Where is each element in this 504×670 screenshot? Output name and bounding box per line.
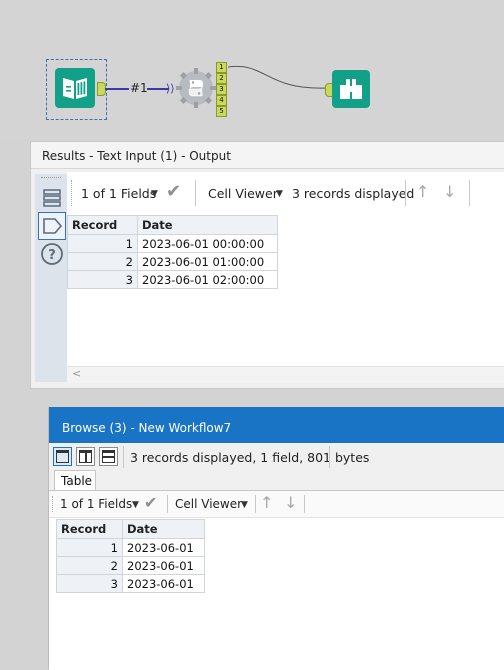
fields-dropdown[interactable]: 1 of 1 Fields: [81, 186, 156, 201]
browse-tool[interactable]: [332, 70, 370, 108]
results-panel: Results - Text Input (1) - Output ? 1 of: [30, 141, 504, 389]
scroll-left-icon[interactable]: <: [72, 367, 81, 380]
single-view-button[interactable]: [53, 447, 72, 466]
question-icon: ?: [41, 243, 63, 265]
python-icon: [176, 68, 216, 108]
toolbar-separator: [255, 495, 256, 513]
split-horizontal-view-button[interactable]: [99, 447, 118, 466]
toolbar-separator: [469, 180, 470, 206]
browse-panel: Browse (3) - New Workflow7 3 records dis…: [48, 407, 504, 670]
help-button[interactable]: ?: [38, 240, 66, 268]
browse-content: 1 of 1 Fields ▼ ✔ Cell Viewer ▼ ↑ ↓ Reco…: [49, 490, 504, 670]
table-row[interactable]: 2 2023-06-01 01:00:00: [67, 252, 278, 271]
connection-label: #1: [130, 81, 148, 95]
fields-dropdown[interactable]: 1 of 1 Fields: [60, 497, 132, 511]
date-cell[interactable]: 2023-06-01: [122, 574, 205, 593]
column-header-record[interactable]: Record: [67, 215, 138, 235]
column-header-date[interactable]: Date: [137, 215, 278, 235]
date-cell[interactable]: 2023-06-01: [122, 556, 205, 575]
binoculars-icon: [340, 79, 362, 99]
python-tool[interactable]: [176, 68, 216, 108]
toolbar-separator: [405, 180, 406, 206]
book-input-icon: [63, 78, 87, 99]
checkmark-icon[interactable]: ✔: [144, 493, 157, 512]
record-cell[interactable]: 3: [67, 270, 138, 289]
table-row[interactable]: 1 2023-06-01: [56, 538, 205, 557]
record-cell[interactable]: 1: [67, 234, 138, 253]
toolbar-separator: [167, 495, 168, 513]
up-arrow-icon[interactable]: ↑: [260, 493, 273, 512]
results-grid-area: Record Date 1 2023-06-01 00:00:00 2 2023…: [67, 214, 504, 368]
workflow-canvas[interactable]: #1 ⟩⟩ 1 2 3 4 5: [0, 0, 504, 140]
browse-table: Record Date 1 2023-06-01 2 2023-06-01 3 …: [56, 519, 205, 593]
results-left-rail: ?: [35, 174, 67, 382]
connection-curve[interactable]: [226, 60, 336, 100]
records-displayed-label: 3 records displayed: [292, 186, 415, 201]
chevron-down-icon[interactable]: ▼: [276, 189, 283, 199]
browse-toolbar: 1 of 1 Fields ▼ ✔ Cell Viewer ▼ ↑ ↓: [49, 491, 504, 518]
down-arrow-icon[interactable]: ↓: [284, 493, 297, 512]
record-cell[interactable]: 2: [56, 556, 123, 575]
checkmark-icon[interactable]: ✔: [166, 181, 181, 202]
down-arrow-icon[interactable]: ↓: [443, 182, 456, 201]
results-table: Record Date 1 2023-06-01 00:00:00 2 2023…: [67, 215, 278, 289]
table-row[interactable]: 3 2023-06-01: [56, 574, 205, 593]
date-cell[interactable]: 2023-06-01: [122, 538, 205, 557]
browse-title-bar[interactable]: Browse (3) - New Workflow7: [49, 407, 504, 443]
output-anchor-5[interactable]: 5: [216, 106, 227, 117]
results-toolbar: 1 of 1 Fields ▼ ✔ Cell Viewer ▼ 3 record…: [67, 172, 504, 214]
chevron-down-icon[interactable]: ▼: [132, 500, 139, 510]
browse-view-toolbar: 3 records displayed, 1 field, 801 bytes: [49, 444, 504, 470]
stack-view-button[interactable]: [38, 184, 66, 212]
tab-table-label: Table: [61, 474, 93, 488]
record-cell[interactable]: 2: [67, 252, 138, 271]
toolbar-separator: [123, 446, 124, 468]
input-anchor-icon: ⟩⟩: [166, 82, 175, 95]
toolbar-separator: [329, 446, 330, 468]
toolbar-grip: [52, 496, 56, 512]
connection-line[interactable]: [105, 88, 129, 90]
table-row[interactable]: 3 2023-06-01 02:00:00: [67, 270, 278, 289]
chevron-down-icon[interactable]: ▼: [241, 500, 248, 510]
column-header-record[interactable]: Record: [56, 519, 123, 539]
column-header-date[interactable]: Date: [122, 519, 205, 539]
toolbar-separator: [195, 180, 196, 206]
date-cell[interactable]: 2023-06-01 00:00:00: [137, 234, 278, 253]
tag-view-button[interactable]: [38, 212, 66, 240]
horizontal-scrollbar[interactable]: <: [67, 366, 504, 383]
up-arrow-icon[interactable]: ↑: [416, 182, 429, 201]
browse-summary: 3 records displayed, 1 field, 801 bytes: [130, 450, 370, 465]
stack-icon: [43, 189, 61, 207]
browse-title: Browse (3) - New Workflow7: [62, 421, 232, 435]
cell-viewer-dropdown[interactable]: Cell Viewer: [175, 497, 242, 511]
tab-table[interactable]: Table: [54, 470, 96, 491]
date-cell[interactable]: 2023-06-01 02:00:00: [137, 270, 278, 289]
text-input-tool[interactable]: [55, 68, 95, 108]
toolbar-separator: [304, 495, 305, 513]
results-title: Results - Text Input (1) - Output: [42, 149, 231, 163]
tag-icon: [43, 218, 63, 234]
date-cell[interactable]: 2023-06-01 01:00:00: [137, 252, 278, 271]
rail-grip: [41, 177, 61, 181]
record-cell[interactable]: 1: [56, 538, 123, 557]
table-row[interactable]: 1 2023-06-01 00:00:00: [67, 234, 278, 253]
record-cell[interactable]: 3: [56, 574, 123, 593]
results-title-bar: Results - Text Input (1) - Output: [31, 142, 504, 169]
svg-text:?: ?: [48, 248, 56, 263]
cell-viewer-dropdown[interactable]: Cell Viewer: [208, 186, 278, 201]
toolbar-grip: [71, 180, 75, 206]
chevron-down-icon[interactable]: ▼: [151, 189, 158, 199]
split-vertical-view-button[interactable]: [76, 447, 95, 466]
table-row[interactable]: 2 2023-06-01: [56, 556, 205, 575]
